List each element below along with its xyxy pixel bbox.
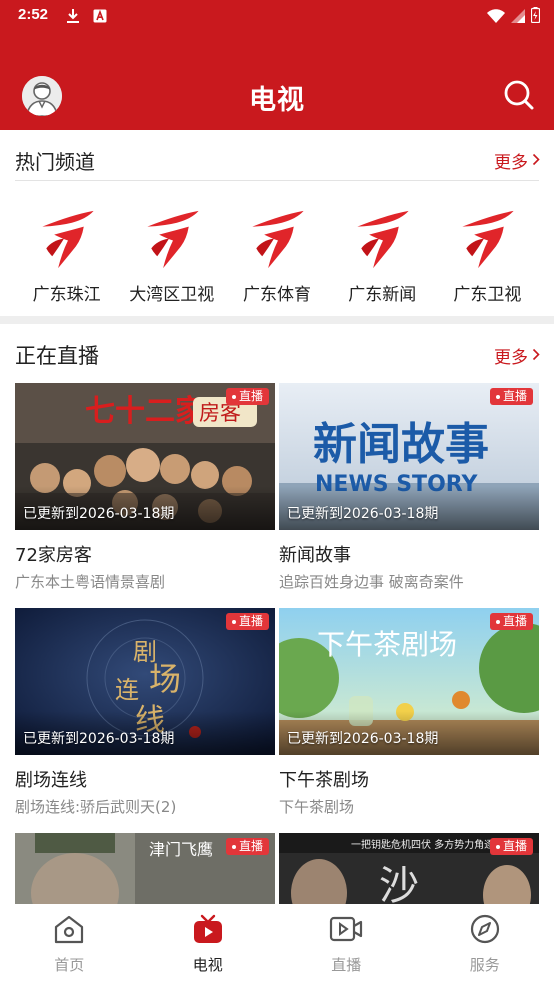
status-bar: 2:52 — [0, 0, 554, 32]
nav-item-tv[interactable]: 电视 — [139, 904, 278, 984]
card-title: 72家房客 — [15, 545, 92, 566]
gdtv-logo-icon — [147, 210, 199, 269]
channel-item-gba[interactable]: 大湾区卫视 — [119, 205, 224, 305]
card-thumbnail: 下午茶剧场 直播 已更新到2026-03-18期 — [279, 608, 539, 755]
app-header: 2:52 电视 — [0, 0, 554, 130]
live-video-icon — [329, 914, 363, 948]
page-title: 电视 — [249, 85, 305, 116]
more-label: 更多 — [494, 153, 528, 173]
live-badge: 直播 — [489, 388, 533, 405]
gdtv-logo-icon — [41, 210, 94, 269]
svg-text:七十二家: 七十二家 — [85, 394, 205, 429]
channel-name: 广东新闻 — [348, 285, 417, 305]
app-root: 2:52 电视 热门频道 更多 广东珠江 大湾区卫视 广东体育 广东新闻 广东卫… — [0, 0, 554, 984]
battery-icon — [530, 7, 541, 27]
svg-text:连: 连 — [115, 676, 139, 704]
channel-name: 大湾区卫视 — [129, 285, 215, 305]
home-icon — [53, 914, 85, 948]
nav-item-live[interactable]: 直播 — [277, 904, 416, 984]
live-badge: 直播 — [489, 613, 533, 630]
channel-item-sports[interactable]: 广东体育 — [224, 205, 329, 305]
live-badge-label: 直播 — [502, 839, 527, 853]
live-badge: 直播 — [225, 838, 269, 855]
hot-channels-section: 热门频道 更多 广东珠江 大湾区卫视 广东体育 广东新闻 广东卫视 — [0, 130, 554, 316]
live-badge-label: 直播 — [502, 389, 527, 403]
wifi-icon — [487, 8, 505, 27]
hot-channels-title: 热门频道 — [15, 150, 95, 174]
svg-text:场: 场 — [149, 660, 181, 698]
svg-text:一把钥匙危机四伏 多方势力角逐: 一把钥匙危机四伏 多方势力角逐 — [351, 838, 494, 851]
channel-list: 广东珠江 大湾区卫视 广东体育 广东新闻 广东卫视 — [14, 205, 540, 305]
font-badge-icon — [93, 8, 107, 27]
channel-name: 广东体育 — [243, 285, 311, 305]
live-badge-label: 直播 — [238, 389, 263, 403]
live-badge-label: 直播 — [238, 839, 263, 853]
channel-item-satellite[interactable]: 广东卫视 — [435, 205, 540, 305]
tv-icon — [192, 914, 224, 948]
section-divider — [15, 180, 539, 181]
chevron-right-icon — [532, 151, 540, 171]
live-card-afternoon-tea[interactable]: 下午茶剧场 直播 已更新到2026-03-18期 下午茶剧场 下午茶剧场 — [279, 608, 539, 817]
more-label: 更多 — [494, 348, 528, 368]
gdtv-logo-icon — [252, 210, 304, 269]
status-time: 2:52 — [18, 6, 49, 23]
nav-item-services[interactable]: 服务 — [416, 904, 554, 984]
card-title: 下午茶剧场 — [279, 770, 369, 791]
card-subtitle: 下午茶剧场 — [279, 798, 355, 816]
svg-text:津门飞鹰: 津门飞鹰 — [149, 840, 213, 859]
channel-name: 广东卫视 — [453, 285, 522, 305]
live-badge: 直播 — [225, 613, 269, 630]
live-section-title: 正在直播 — [15, 344, 99, 368]
search-button[interactable] — [502, 78, 536, 112]
live-more-link[interactable]: 更多 — [494, 343, 540, 368]
channel-item-news[interactable]: 广东新闻 — [330, 205, 435, 305]
card-title: 新闻故事 — [279, 545, 351, 566]
nav-label: 首页 — [54, 956, 85, 974]
status-icons — [487, 7, 541, 27]
card-thumbnail: 剧 场 连 线 直播 已更新到2026-03-18期 — [15, 608, 275, 755]
gdtv-logo-icon — [462, 210, 515, 269]
live-card-theater-line[interactable]: 剧 场 连 线 直播 已更新到2026-03-18期 剧场连线 剧场连线:骄后武… — [15, 608, 275, 817]
nav-item-home[interactable]: 首页 — [0, 904, 139, 984]
card-thumbnail: 七十二家 房客 直播 已更新到2026-03-18期 — [15, 383, 275, 530]
live-card-72-tenants[interactable]: 七十二家 房客 直播 已更新到2026-03-18期 72家房客 广东本土粤语情… — [15, 383, 275, 592]
live-badge-label: 直播 — [238, 614, 263, 628]
hot-channels-more-link[interactable]: 更多 — [494, 148, 540, 173]
section-gap — [0, 316, 554, 324]
card-subtitle: 追踪百姓身边事 破离奇案件 — [279, 573, 464, 591]
update-status: 已更新到2026-03-18期 — [287, 506, 439, 522]
live-badge: 直播 — [489, 838, 533, 855]
compass-icon — [469, 914, 501, 948]
live-card-news-story[interactable]: 新闻故事 NEWS STORY 直播 已更新到2026-03-18期 新闻故事 … — [279, 383, 539, 592]
live-badge: 直播 — [225, 388, 269, 405]
card-title: 剧场连线 — [15, 770, 87, 791]
svg-text:新闻故事: 新闻故事 — [313, 419, 489, 470]
nav-label: 电视 — [192, 956, 223, 974]
channel-name: 广东珠江 — [32, 285, 101, 305]
chevron-right-icon — [532, 346, 540, 366]
channel-item-zhujiang[interactable]: 广东珠江 — [14, 205, 119, 305]
svg-text:沙: 沙 — [379, 863, 419, 909]
card-subtitle: 广东本土粤语情景喜剧 — [15, 573, 166, 591]
live-section: 正在直播 更多 七十二家 房客 直播 已更新到2026-03-18期 72家房客… — [0, 324, 554, 980]
bottom-nav: 首页 电视 直播 服务 — [0, 904, 554, 984]
update-status: 已更新到2026-03-18期 — [287, 731, 439, 747]
search-icon — [502, 80, 536, 116]
gdtv-logo-icon — [357, 210, 409, 269]
live-badge-label: 直播 — [502, 614, 527, 628]
card-subtitle: 剧场连线:骄后武则天(2) — [15, 798, 177, 816]
update-status: 已更新到2026-03-18期 — [23, 731, 175, 747]
svg-text:下午茶剧场: 下午茶剧场 — [317, 628, 457, 661]
nav-label: 直播 — [331, 956, 362, 974]
signal-icon — [511, 8, 525, 27]
nav-label: 服务 — [469, 956, 500, 974]
update-status: 已更新到2026-03-18期 — [23, 506, 175, 522]
card-thumbnail: 新闻故事 NEWS STORY 直播 已更新到2026-03-18期 — [279, 383, 539, 530]
download-icon — [66, 8, 80, 28]
